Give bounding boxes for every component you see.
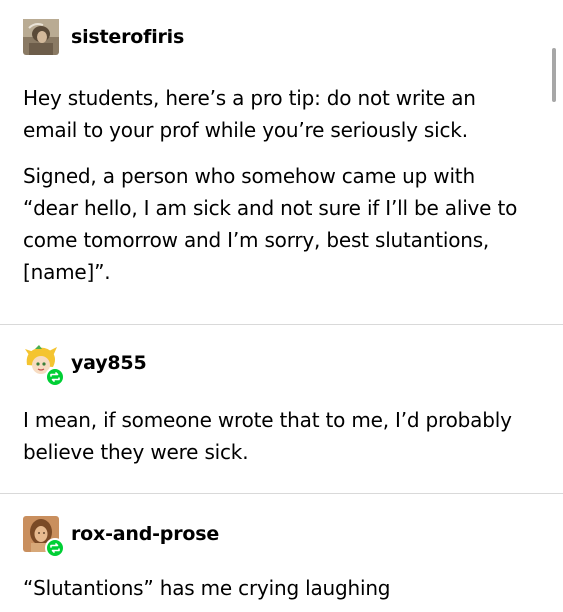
- paragraph: I mean, if someone wrote that to me, I’d…: [23, 408, 512, 464]
- paragraph: “Slutantions” has me crying laughing: [23, 576, 391, 600]
- avatar-sisterofiris[interactable]: [23, 19, 59, 55]
- post-body: I mean, if someone wrote that to me, I’d…: [23, 404, 533, 468]
- username[interactable]: yay855: [71, 352, 147, 374]
- paragraph: Hey students, here’s a pro tip: do not w…: [23, 86, 476, 142]
- post-divider: [0, 493, 563, 494]
- avatar-rox-and-prose[interactable]: [23, 516, 65, 558]
- reblog-icon: [45, 538, 65, 558]
- username[interactable]: rox-and-prose: [71, 523, 219, 545]
- paragraph: Signed, a person who somehow came up wit…: [23, 164, 518, 284]
- post-header: sisterofiris: [0, 19, 563, 55]
- post-yay855: yay855 I mean, if someone wrote that to …: [0, 345, 563, 464]
- post-body: Hey students, here’s a pro tip: do not w…: [23, 82, 533, 288]
- scrollbar[interactable]: [552, 48, 556, 102]
- post-body: “Slutantions” has me crying laughing: [23, 572, 533, 604]
- avatar-yay855[interactable]: [23, 345, 65, 387]
- post-header: rox-and-prose: [0, 516, 563, 558]
- post-divider: [0, 324, 563, 325]
- post-rox-and-prose: rox-and-prose “Slutantions” has me cryin…: [0, 516, 563, 600]
- reblog-icon: [45, 367, 65, 387]
- post-header: yay855: [0, 345, 563, 387]
- username[interactable]: sisterofiris: [71, 26, 184, 48]
- post-sisterofiris: sisterofiris Hey students, here’s a pro …: [0, 19, 563, 284]
